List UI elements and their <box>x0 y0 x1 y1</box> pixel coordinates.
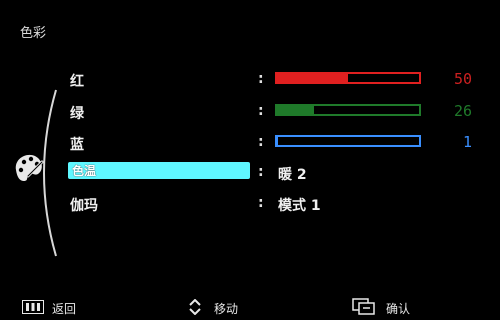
menu-item-green-label[interactable]: 绿 <box>70 103 84 123</box>
menu-item-red-label[interactable]: 红 <box>70 71 84 91</box>
menu-item-gamma-label[interactable]: 伽玛 <box>70 195 98 215</box>
separator: : <box>258 103 264 119</box>
red-level-bar[interactable] <box>275 72 421 84</box>
green-level-fill <box>277 106 314 114</box>
red-value: 50 <box>453 70 472 88</box>
confirm-hint-label: 确认 <box>386 302 411 316</box>
color-temp-value[interactable]: 暖 2 <box>278 164 307 184</box>
up-down-arrow-icon <box>189 299 201 315</box>
back-hint-label: 返回 <box>52 302 77 316</box>
blue-level-bar[interactable] <box>275 135 421 147</box>
palette-icon <box>15 154 44 181</box>
separator: : <box>258 134 264 150</box>
menu-item-color-temp-label[interactable]: 色温 <box>72 162 96 179</box>
green-level-bar[interactable] <box>275 104 421 116</box>
menu-title: 色彩 <box>20 26 47 41</box>
blue-value: 1 <box>462 133 472 151</box>
gamma-value[interactable]: 模式 1 <box>278 195 321 215</box>
menu-item-blue-label[interactable]: 蓝 <box>70 134 84 154</box>
blue-level-fill <box>277 137 279 145</box>
separator: : <box>258 164 264 180</box>
enter-icon <box>352 298 375 315</box>
separator: : <box>258 71 264 87</box>
separator: : <box>258 195 264 211</box>
green-value: 26 <box>453 102 472 120</box>
move-hint-label: 移动 <box>214 302 239 316</box>
red-level-fill <box>277 74 348 82</box>
menu-bars-icon <box>22 300 44 314</box>
